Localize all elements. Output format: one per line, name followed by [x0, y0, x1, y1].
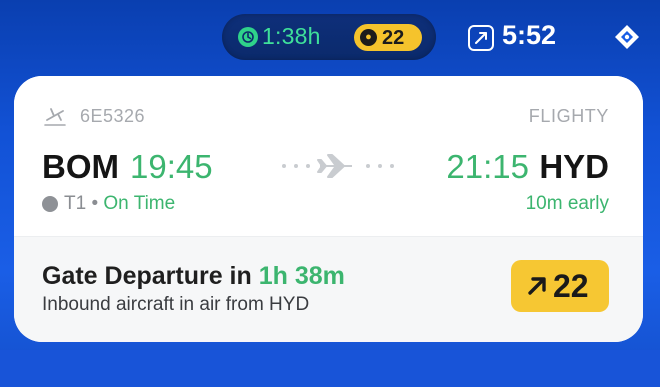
gate-pill: ● 22: [354, 24, 422, 51]
departure-airport-code: BOM: [42, 148, 119, 185]
terminal-label: T1: [64, 193, 87, 214]
arrival-time: 21:15: [446, 148, 529, 185]
brand-label: FLIGHTY: [528, 106, 609, 126]
gate-marker-icon: ●: [360, 29, 377, 46]
inbound-aircraft-note: Inbound aircraft in air from HYD: [42, 294, 310, 315]
flight-card[interactable]: 6E5326 FLIGHTY BOM 19:45 T1 • On Time 21…: [14, 76, 643, 342]
arrival-airport-code: HYD: [539, 148, 609, 185]
gate-badge: 22: [511, 260, 609, 312]
background-strip: [0, 350, 660, 387]
on-time-status: On Time: [103, 193, 176, 214]
status-separator: •: [86, 193, 104, 214]
gate-countdown: 1h 38m: [258, 262, 345, 290]
arrival-status: 10m early: [525, 193, 609, 214]
arrow-up-right-icon: [528, 277, 546, 295]
terminal-icon: [42, 196, 58, 212]
gate-heading-prefix: Gate Departure in: [42, 262, 259, 290]
gate-pill-text: 22: [382, 27, 405, 49]
gate-departure-heading: Gate Departure in 1h 38m: [42, 262, 345, 291]
dynamic-island[interactable]: 1:38h ● 22: [222, 14, 436, 60]
airplane-takeoff-icon: [42, 106, 68, 128]
timer-icon: [238, 27, 258, 47]
diamond-icon: [614, 24, 640, 50]
flight-summary: 6E5326 FLIGHTY BOM 19:45 T1 • On Time 21…: [14, 76, 643, 236]
status-clock: 5:52: [502, 20, 557, 50]
departure-status: T1 • On Time: [64, 193, 175, 215]
gate-number: 22: [553, 268, 589, 304]
departure-time: 19:45: [130, 148, 213, 185]
flight-number: 6E5326: [80, 106, 146, 126]
navigation-icon: [468, 25, 494, 51]
status-bar: 1:38h ● 22 5:52: [0, 0, 660, 74]
route-airplane-icon: [278, 150, 398, 182]
timer-text: 1:38h: [262, 23, 321, 49]
